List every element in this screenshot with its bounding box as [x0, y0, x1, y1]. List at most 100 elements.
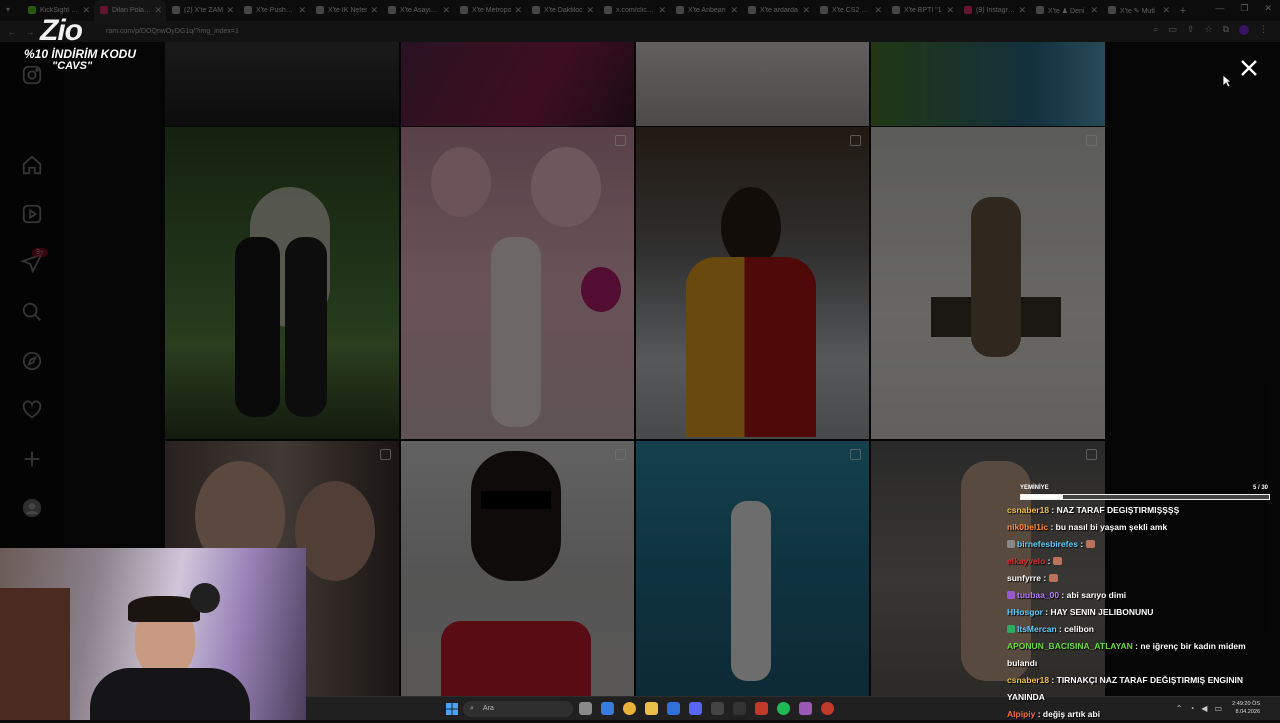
tab-favicon-icon — [1108, 6, 1116, 14]
chrome-icon[interactable] — [623, 702, 636, 715]
grid-photo[interactable] — [165, 127, 399, 439]
home-icon[interactable] — [21, 154, 43, 176]
tab-title: X'te BPTI "1 — [904, 7, 942, 14]
browser-tab[interactable]: X'te Pusholde ✕ — [238, 0, 310, 21]
reels-icon[interactable] — [21, 203, 43, 225]
task-view-icon[interactable] — [579, 702, 592, 715]
chat-username: sunfyrre — [1007, 573, 1042, 583]
obs-icon[interactable] — [711, 702, 724, 715]
tab-title: X'te Daktiloc — [544, 7, 583, 14]
new-tab-button[interactable]: + — [1174, 5, 1192, 17]
browser-tab[interactable]: X'te Metropo ✕ — [454, 0, 526, 21]
grid-photo[interactable] — [636, 441, 869, 720]
sponsor-logo-text: Zio — [40, 14, 83, 47]
browser-tab[interactable]: x.com/clicksp ✕ — [598, 0, 670, 21]
profile-avatar-icon[interactable] — [21, 497, 43, 519]
spotify-icon[interactable] — [777, 702, 790, 715]
chat-username: nik0bel1ic — [1007, 522, 1049, 532]
tab-close-icon[interactable]: ✕ — [514, 5, 522, 16]
tab-title: X'te Pusholde — [256, 7, 296, 14]
browser-tab[interactable]: X'te Anbean ✕ — [670, 0, 742, 21]
steam-icon[interactable] — [733, 702, 746, 715]
create-icon[interactable] — [21, 448, 43, 470]
chat-goal-progress-fill — [1021, 495, 1064, 499]
browser-tab[interactable]: X'te İK Nefer ✕ — [310, 0, 382, 21]
explore-icon[interactable] — [21, 350, 43, 372]
tab-close-icon[interactable]: ✕ — [298, 5, 306, 16]
copilot-icon[interactable] — [601, 702, 614, 715]
chat-badge-icon — [1007, 591, 1015, 599]
browser-tab[interactable]: X'te ♟ Deni ✕ — [1030, 0, 1102, 21]
app-icon[interactable] — [799, 702, 812, 715]
chat-username: tuubaa_00 — [1017, 590, 1060, 600]
grid-photo[interactable] — [165, 42, 399, 126]
tab-favicon-icon — [748, 6, 756, 14]
browser-tab[interactable]: X'te BPTI "1 ✕ — [886, 0, 958, 21]
extensions-icon[interactable]: ⧉ — [1223, 24, 1229, 35]
app-icon[interactable] — [755, 702, 768, 715]
tab-close-icon[interactable]: ✕ — [946, 5, 954, 16]
tab-close-icon[interactable]: ✕ — [1018, 5, 1026, 16]
minimize-icon[interactable]: — — [1215, 3, 1224, 14]
windows-start-icon[interactable] — [446, 703, 458, 715]
browser-tab[interactable]: (9) Instagram ✕ — [958, 0, 1030, 21]
taskbar-search[interactable]: ⌕ Ara — [463, 701, 573, 717]
tab-close-icon[interactable]: ✕ — [658, 5, 666, 16]
browser-tab[interactable]: X'te CS2 Con ✕ — [814, 0, 886, 21]
reel-icon — [380, 449, 391, 460]
browser-tab[interactable]: X'te Daktiloc ✕ — [526, 0, 598, 21]
tab-close-icon[interactable]: ✕ — [586, 5, 594, 16]
browser-tab[interactable]: X'te ✎ Mutl ✕ — [1102, 0, 1174, 21]
tab-close-icon[interactable]: ✕ — [226, 5, 234, 16]
tab-close-icon[interactable]: ✕ — [1162, 5, 1170, 16]
chat-separator: : — [1049, 505, 1057, 515]
tab-favicon-icon — [460, 6, 468, 14]
cast-icon[interactable]: ▭ — [1168, 24, 1177, 35]
share-icon[interactable]: ⇪ — [1187, 24, 1195, 35]
browser-tab[interactable]: (2) X'te ZAM ✕ — [166, 0, 238, 21]
chat-username: HHosgor — [1007, 607, 1043, 617]
back-icon[interactable]: ← — [6, 27, 18, 37]
chat-username: ItsMercan — [1017, 624, 1057, 634]
search-icon[interactable] — [21, 301, 43, 323]
tab-close-icon[interactable]: ✕ — [154, 5, 162, 16]
close-modal-icon[interactable] — [1238, 57, 1260, 79]
menu-icon[interactable]: ⋮ — [1259, 24, 1268, 35]
tab-search-icon[interactable]: ▾ — [6, 5, 10, 14]
tab-close-icon[interactable]: ✕ — [1090, 5, 1098, 16]
close-window-icon[interactable]: ✕ — [1264, 3, 1272, 14]
chat-emote-icon — [1048, 574, 1058, 582]
address-bar: ← → ram.com/p/DOQnwOyDG1q/?img_index=1 ⌕… — [0, 21, 1280, 42]
tab-close-icon[interactable]: ✕ — [802, 5, 810, 16]
chat-emote-icon — [1085, 540, 1095, 548]
grid-photo[interactable] — [401, 441, 634, 720]
grid-photo[interactable] — [871, 42, 1105, 126]
chat-emote-icon — [1052, 557, 1062, 565]
discord-icon[interactable] — [689, 702, 702, 715]
heart-icon[interactable] — [21, 399, 43, 421]
profile-avatar[interactable] — [1239, 24, 1249, 35]
maximize-icon[interactable]: ❐ — [1240, 3, 1248, 14]
app-icon[interactable] — [821, 702, 834, 715]
grid-photo[interactable] — [401, 127, 634, 439]
grid-photo[interactable] — [636, 42, 869, 126]
bookmark-star-icon[interactable]: ☆ — [1204, 24, 1212, 35]
browser-tab[interactable]: X'te Asayiş B ✕ — [382, 0, 454, 21]
edge-icon[interactable] — [667, 702, 680, 715]
chat-separator: : — [1059, 590, 1067, 600]
grid-photo[interactable] — [636, 127, 869, 439]
tab-title: (9) Instagram — [976, 7, 1016, 14]
grid-photo[interactable] — [401, 42, 634, 126]
tab-close-icon[interactable]: ✕ — [730, 5, 738, 16]
tab-close-icon[interactable]: ✕ — [874, 5, 882, 16]
search-icon[interactable]: ⌕ — [1153, 24, 1158, 35]
tab-strip: KickSight Lin ✕ Dilan Polat Y ✕ (2) X'te ZAM… — [22, 0, 1174, 21]
tab-title: X'te ♟ Deni — [1048, 7, 1085, 15]
chat-username: csnaber18 — [1007, 675, 1050, 685]
file-explorer-icon[interactable] — [645, 702, 658, 715]
grid-photo[interactable] — [871, 127, 1105, 439]
browser-tab[interactable]: X'te ardarda ✕ — [742, 0, 814, 21]
tab-title: (2) X'te ZAM — [184, 7, 224, 14]
tab-close-icon[interactable]: ✕ — [370, 5, 378, 16]
tab-close-icon[interactable]: ✕ — [442, 5, 450, 16]
